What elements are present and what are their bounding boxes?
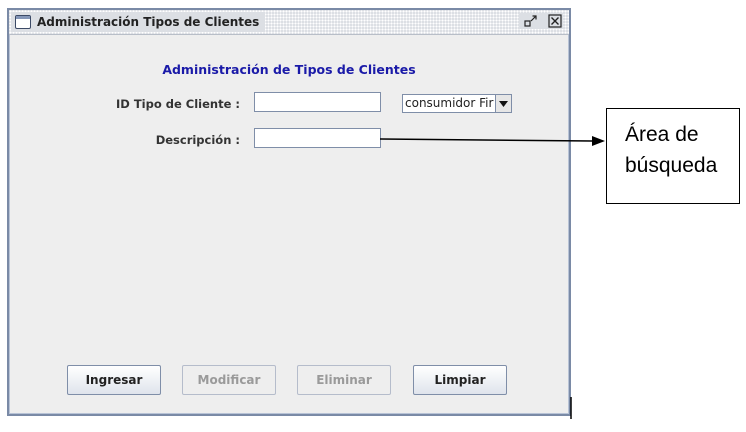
callout-arrow <box>379 136 605 419</box>
annotation-line-2: búsqueda <box>625 154 718 177</box>
annotation-line-1: Área de <box>625 123 699 146</box>
annotation-box: Área de búsqueda <box>606 108 740 204</box>
